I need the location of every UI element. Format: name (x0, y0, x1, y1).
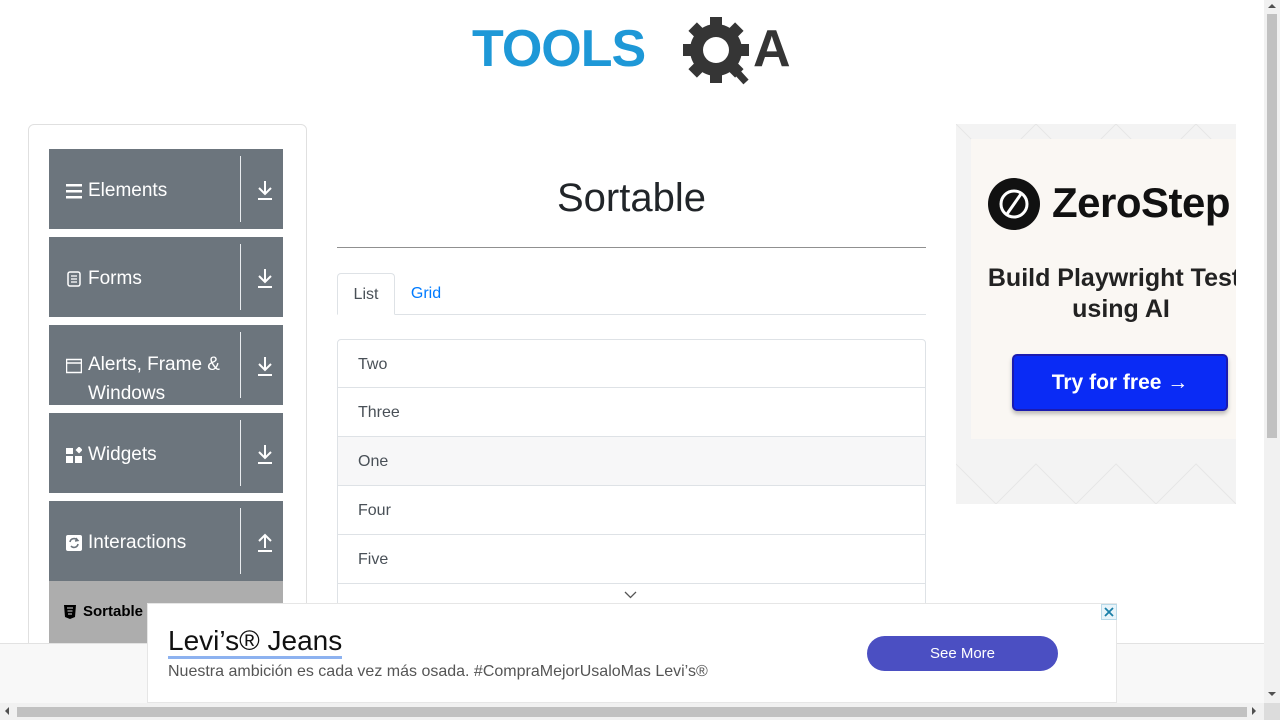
page-title: Sortable (557, 176, 706, 220)
ad-subtitle: Nuestra ambición es cada vez más osada. … (168, 663, 708, 680)
close-icon[interactable] (1101, 604, 1117, 620)
group-label: Widgets (88, 444, 157, 465)
chevron-down-icon[interactable] (624, 591, 637, 599)
right-ad-banner[interactable]: ZeroStep Build Playwright Tests using AI… (956, 124, 1236, 504)
list-item[interactable]: Five (337, 535, 926, 584)
refresh-icon (66, 535, 82, 551)
download-arrow-icon[interactable] (255, 443, 275, 465)
list-item[interactable]: Three (337, 388, 926, 437)
vertical-scroll-thumb[interactable] (1267, 14, 1277, 438)
tab-grid[interactable]: Grid (400, 273, 452, 315)
logo-text-a: A (753, 20, 791, 78)
bottom-ad-banner[interactable]: Levi’s® Jeans Nuestra ambición es cada v… (147, 603, 1117, 703)
group-label: Elements (88, 180, 168, 201)
divider (240, 420, 241, 486)
hamburger-icon (66, 184, 82, 199)
horizontal-scroll-thumb[interactable] (17, 707, 1247, 717)
zerostep-logo-icon (988, 178, 1040, 230)
group-label: Forms (88, 268, 142, 289)
group-label: Alerts, Frame & Windows (88, 354, 220, 404)
tab-list[interactable]: List (337, 273, 395, 315)
scrollbar-corner (1264, 703, 1280, 720)
download-arrow-icon[interactable] (255, 179, 275, 201)
left-panel: Elements Forms Alerts, Frame & Windows W… (28, 124, 307, 664)
scroll-down-arrow-icon[interactable] (1268, 691, 1276, 697)
ad-title-underline (168, 656, 342, 659)
divider (240, 332, 241, 398)
group-elements[interactable]: Elements (49, 149, 283, 229)
group-alerts-frame-windows[interactable]: Alerts, Frame & Windows (49, 325, 283, 405)
group-interactions[interactable]: Interactions (49, 501, 283, 581)
logo-gear-icon (683, 17, 749, 85)
scroll-up-arrow-icon[interactable] (1268, 3, 1276, 9)
divider (240, 156, 241, 222)
download-arrow-icon[interactable] (255, 355, 275, 377)
see-more-button[interactable]: See More (867, 636, 1058, 671)
divider (240, 244, 241, 310)
list-item[interactable]: Four (337, 486, 926, 535)
title-divider (337, 247, 926, 248)
sidebar-item-label: Sortable (83, 603, 144, 620)
scroll-left-arrow-icon[interactable] (4, 707, 10, 715)
group-widgets[interactable]: Widgets (49, 413, 283, 493)
ad-brand: ZeroStep (1052, 179, 1231, 226)
ad-tagline: Build Playwright Tests using AI (987, 264, 1236, 323)
logo-text-tools: TOOLS (472, 20, 645, 78)
divider (240, 508, 241, 574)
sortable-list: Two Three One Four Five (337, 339, 926, 604)
group-label: Interactions (88, 532, 187, 553)
document-icon (67, 271, 81, 287)
list-item[interactable]: Two (337, 339, 926, 388)
group-forms[interactable]: Forms (49, 237, 283, 317)
ad-title[interactable]: Levi’s® Jeans (168, 624, 342, 658)
try-for-free-button[interactable]: Try for free → (1012, 354, 1228, 411)
toolsqa-logo[interactable]: TOOLS A (470, 14, 800, 94)
widgets-icon (66, 447, 82, 463)
window-icon (66, 358, 82, 374)
scroll-right-arrow-icon[interactable] (1251, 707, 1257, 715)
html5-icon (64, 605, 76, 619)
download-arrow-icon[interactable] (255, 267, 275, 289)
page: TOOLS A Elements Forms Alerts, Frame & W… (0, 0, 1280, 720)
upload-arrow-icon[interactable] (255, 531, 275, 553)
list-item[interactable]: One (337, 437, 926, 486)
